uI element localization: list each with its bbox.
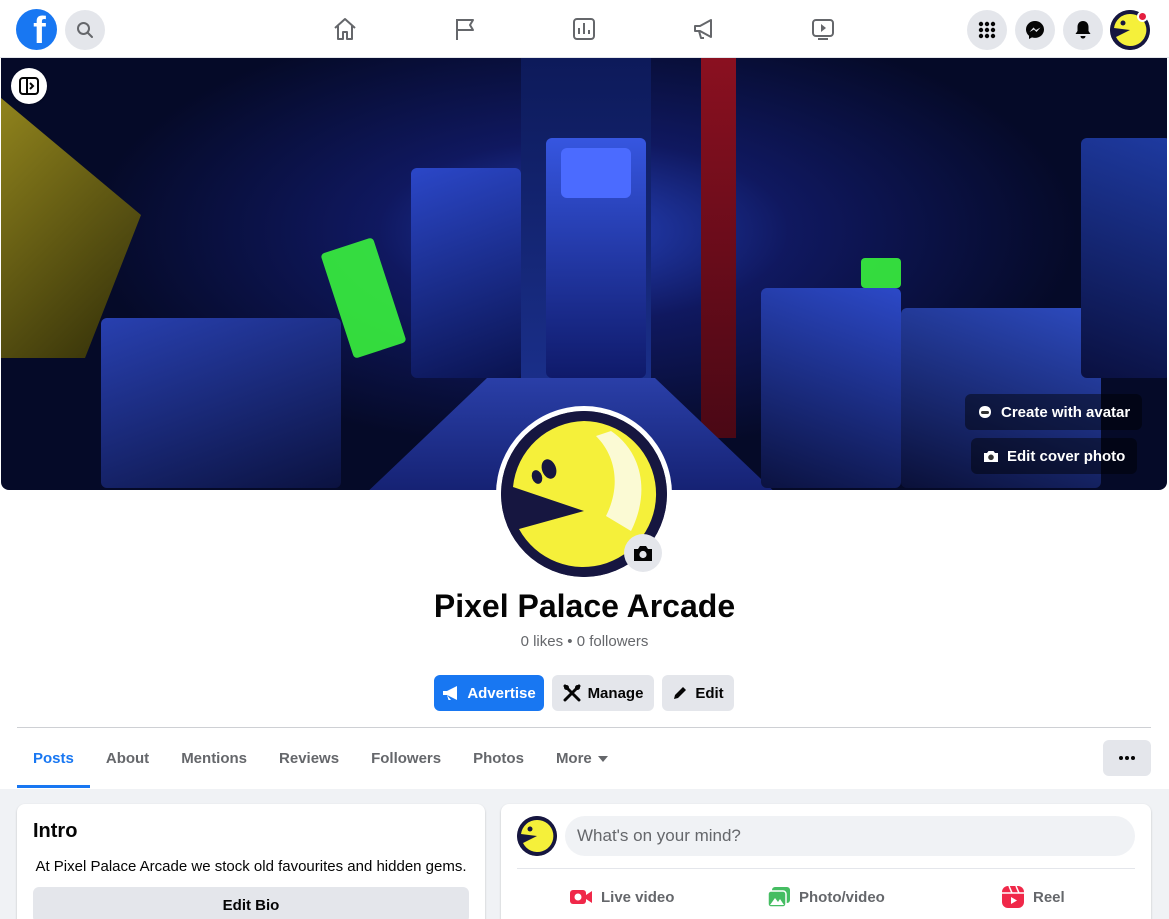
tab-reviews[interactable]: Reviews <box>263 729 355 788</box>
camera-icon <box>984 451 998 462</box>
more-options-button[interactable] <box>1103 740 1151 776</box>
insights-icon[interactable] <box>569 14 599 44</box>
pencil-icon <box>674 687 687 699</box>
create-with-avatar-label: Create with avatar <box>1001 403 1131 421</box>
live-video-button[interactable]: Live video <box>569 882 674 912</box>
cover-glow <box>861 258 901 288</box>
reel-button[interactable]: Reel <box>1001 882 1065 912</box>
tab-about[interactable]: About <box>90 729 165 788</box>
change-profile-picture-button[interactable] <box>624 534 662 572</box>
page-tabs: Posts About Mentions Reviews Followers P… <box>17 729 624 789</box>
notification-dot <box>1137 11 1148 22</box>
cover-cabinet <box>761 288 901 488</box>
search-button[interactable] <box>65 10 105 50</box>
edit-cover-photo-label: Edit cover photo <box>1007 447 1126 465</box>
manage-button[interactable]: Manage <box>552 675 654 711</box>
video-icon[interactable] <box>808 14 838 44</box>
photo-video-button[interactable]: Photo/video <box>767 882 885 912</box>
top-navigation: f <box>0 0 1169 58</box>
cover-cabinet <box>411 168 521 378</box>
reel-label: Reel <box>1033 888 1065 906</box>
composer-avatar[interactable] <box>517 816 557 856</box>
camera-icon <box>634 546 652 561</box>
edit-button[interactable]: Edit <box>662 675 734 711</box>
home-icon[interactable] <box>330 14 360 44</box>
bell-icon <box>1075 21 1091 39</box>
photo-icon <box>767 887 790 908</box>
photo-video-label: Photo/video <box>799 888 885 906</box>
tab-photos[interactable]: Photos <box>457 729 540 788</box>
live-video-icon <box>570 890 592 904</box>
tab-more[interactable]: More <box>540 729 624 788</box>
caret-down-icon <box>597 755 608 762</box>
edit-bio-button[interactable]: Edit Bio <box>33 887 469 919</box>
menu-button[interactable] <box>967 10 1007 50</box>
megaphone-icon <box>443 686 458 700</box>
edit-label: Edit <box>695 684 724 702</box>
intro-title: Intro <box>33 820 78 842</box>
tab-followers[interactable]: Followers <box>355 729 457 788</box>
intro-card: Intro At Pixel Palace Arcade we stock ol… <box>17 804 485 919</box>
more-dots-icon <box>1119 756 1135 760</box>
cover-cabinet <box>101 318 341 488</box>
composer-divider <box>517 868 1135 869</box>
edit-cover-photo-button[interactable]: Edit cover photo <box>971 438 1138 474</box>
tools-icon <box>563 684 581 702</box>
whats-on-your-mind-input[interactable]: What's on your mind? <box>565 816 1135 856</box>
tab-posts[interactable]: Posts <box>17 729 90 788</box>
page-title: Pixel Palace Arcade <box>433 588 736 624</box>
sidebar-toggle-icon <box>19 77 39 95</box>
menu-grid-icon <box>978 21 996 39</box>
intro-bio: At Pixel Palace Arcade we stock old favo… <box>35 858 467 875</box>
avatar-icon <box>979 406 991 418</box>
cover-screen <box>561 148 631 198</box>
notifications-button[interactable] <box>1063 10 1103 50</box>
manage-label: Manage <box>587 684 644 702</box>
advertise-label: Advertise <box>467 684 536 702</box>
cover-decor-red <box>701 58 736 438</box>
advertise-button[interactable]: Advertise <box>434 675 544 711</box>
header-divider <box>17 727 1151 728</box>
reel-icon <box>1002 885 1024 908</box>
sidebar-toggle-button[interactable] <box>11 68 47 104</box>
megaphone-icon[interactable] <box>689 14 719 44</box>
page-stats[interactable]: 0 likes • 0 followers <box>0 633 1169 650</box>
search-icon <box>77 22 93 38</box>
tab-mentions[interactable]: Mentions <box>165 729 263 788</box>
create-with-avatar-button[interactable]: Create with avatar <box>965 394 1143 430</box>
post-composer-card: What's on your mind? Live video Photo/vi… <box>501 804 1151 919</box>
facebook-logo[interactable]: f <box>16 9 57 50</box>
messenger-icon <box>1026 21 1044 39</box>
cover-cabinet <box>1081 138 1167 378</box>
live-video-label: Live video <box>601 888 675 906</box>
flag-icon[interactable] <box>450 14 480 44</box>
messenger-button[interactable] <box>1015 10 1055 50</box>
